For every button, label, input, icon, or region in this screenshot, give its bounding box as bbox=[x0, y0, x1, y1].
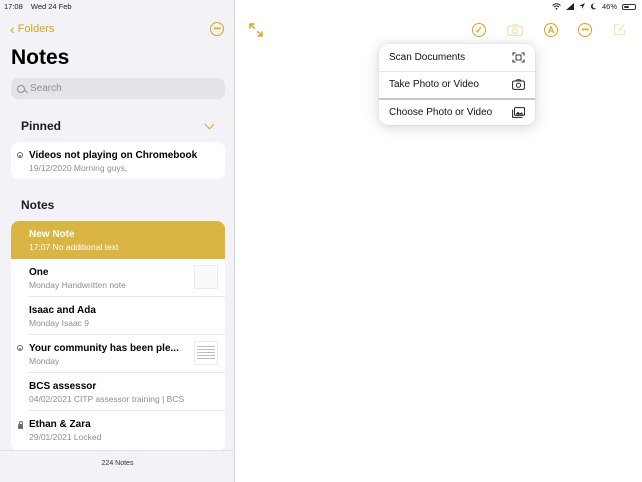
status-bar-right: 46% bbox=[552, 2, 636, 11]
note-subtitle: Monday Isaac 9 bbox=[29, 318, 90, 328]
status-time: 17:08 bbox=[4, 2, 23, 11]
moon-icon bbox=[590, 3, 597, 10]
scan-document-icon bbox=[512, 52, 525, 63]
chevron-left-icon: ‹ bbox=[10, 21, 15, 37]
note-title: Videos not playing on Chromebook bbox=[29, 150, 198, 161]
note-item-ethan-zara[interactable]: Ethan & Zara 29/01/2021 Locked bbox=[11, 411, 225, 449]
shared-person-icon bbox=[17, 152, 23, 158]
menu-item-label: Take Photo or Video bbox=[389, 79, 479, 90]
search-input[interactable]: Search bbox=[11, 78, 225, 99]
note-item-community[interactable]: Your community has been ple... Monday bbox=[11, 335, 225, 373]
notes-sidebar: ‹ Folders ••• Notes Search Pinned Videos… bbox=[0, 0, 235, 482]
note-item-isaac-and-ada[interactable]: Isaac and Ada Monday Isaac 9 bbox=[11, 297, 225, 335]
notes-count: 224 Notes bbox=[101, 460, 134, 467]
search-icon bbox=[17, 84, 25, 93]
note-item-bcs-assessor[interactable]: BCS assessor 04/02/2021 CITP assessor tr… bbox=[11, 373, 225, 411]
note-item-one[interactable]: One Monday Handwritten note bbox=[11, 259, 225, 297]
menu-item-label: Choose Photo or Video bbox=[389, 107, 493, 118]
checklist-icon[interactable]: ✓ bbox=[472, 23, 486, 37]
note-subtitle: 17:07 No additional text bbox=[29, 242, 119, 252]
pinned-notes-list: Videos not playing on Chromebook 19/12/2… bbox=[11, 142, 225, 179]
shared-person-icon bbox=[17, 345, 23, 351]
photo-library-icon bbox=[512, 107, 525, 118]
battery-percentage: 46% bbox=[601, 2, 617, 11]
pinned-note-item[interactable]: Videos not playing on Chromebook 19/12/2… bbox=[11, 142, 225, 179]
menu-item-take-photo[interactable]: Take Photo or Video bbox=[379, 71, 535, 98]
menu-item-label: Scan Documents bbox=[389, 52, 466, 63]
note-subtitle: Monday Handwritten note bbox=[29, 280, 126, 290]
camera-icon bbox=[512, 79, 525, 90]
status-date: Wed 24 Feb bbox=[30, 2, 72, 11]
note-title: Ethan & Zara bbox=[29, 419, 91, 430]
notes-section-header: Notes bbox=[21, 198, 55, 212]
note-title: Your community has been ple... bbox=[29, 343, 179, 354]
note-subtitle: 29/01/2021 Locked bbox=[29, 432, 102, 442]
note-thumbnail bbox=[194, 341, 218, 365]
search-placeholder: Search bbox=[30, 83, 62, 94]
battery-icon bbox=[622, 3, 636, 10]
status-bar-left: 17:08 Wed 24 Feb bbox=[4, 2, 78, 11]
ipad-screen: ‹ Folders ••• Notes Search Pinned Videos… bbox=[0, 0, 642, 482]
note-subtitle: 04/02/2021 CITP assessor training | BCS bbox=[29, 394, 185, 404]
pinned-section-header: Pinned bbox=[21, 119, 62, 133]
folders-back-button[interactable]: ‹ Folders bbox=[10, 22, 54, 36]
menu-item-scan-documents[interactable]: Scan Documents bbox=[379, 44, 535, 71]
note-item-new-note[interactable]: New Note 17:07 No additional text bbox=[11, 221, 225, 259]
wifi-icon bbox=[552, 3, 561, 10]
divider bbox=[0, 450, 235, 451]
folders-back-label: Folders bbox=[17, 23, 55, 35]
menu-item-choose-photo[interactable]: Choose Photo or Video bbox=[379, 99, 535, 125]
page-title: Notes bbox=[11, 46, 70, 69]
sidebar-more-icon[interactable]: ••• bbox=[210, 22, 224, 36]
note-subtitle: Monday bbox=[29, 356, 60, 366]
camera-menu-popover: Scan Documents Take Photo or Video Choos… bbox=[379, 44, 535, 125]
note-title: Isaac and Ada bbox=[29, 305, 96, 316]
camera-icon[interactable] bbox=[507, 24, 523, 36]
note-title: BCS assessor bbox=[29, 381, 97, 392]
chevron-down-icon[interactable] bbox=[204, 119, 215, 130]
more-icon[interactable]: ••• bbox=[578, 23, 592, 37]
battery-level-fill bbox=[624, 5, 629, 8]
expand-icon[interactable] bbox=[248, 22, 264, 38]
note-thumbnail bbox=[194, 265, 218, 289]
note-title: One bbox=[29, 267, 49, 278]
lock-icon bbox=[18, 421, 23, 429]
signal-icon bbox=[565, 3, 574, 10]
note-subtitle: 19/12/2020 Morning guys, bbox=[29, 163, 128, 173]
notes-list: New Note 17:07 No additional text One Mo… bbox=[11, 221, 225, 451]
markup-pen-icon[interactable]: A bbox=[544, 23, 558, 37]
location-icon bbox=[578, 3, 585, 9]
compose-icon[interactable] bbox=[613, 23, 626, 36]
note-title: New Note bbox=[29, 229, 75, 240]
